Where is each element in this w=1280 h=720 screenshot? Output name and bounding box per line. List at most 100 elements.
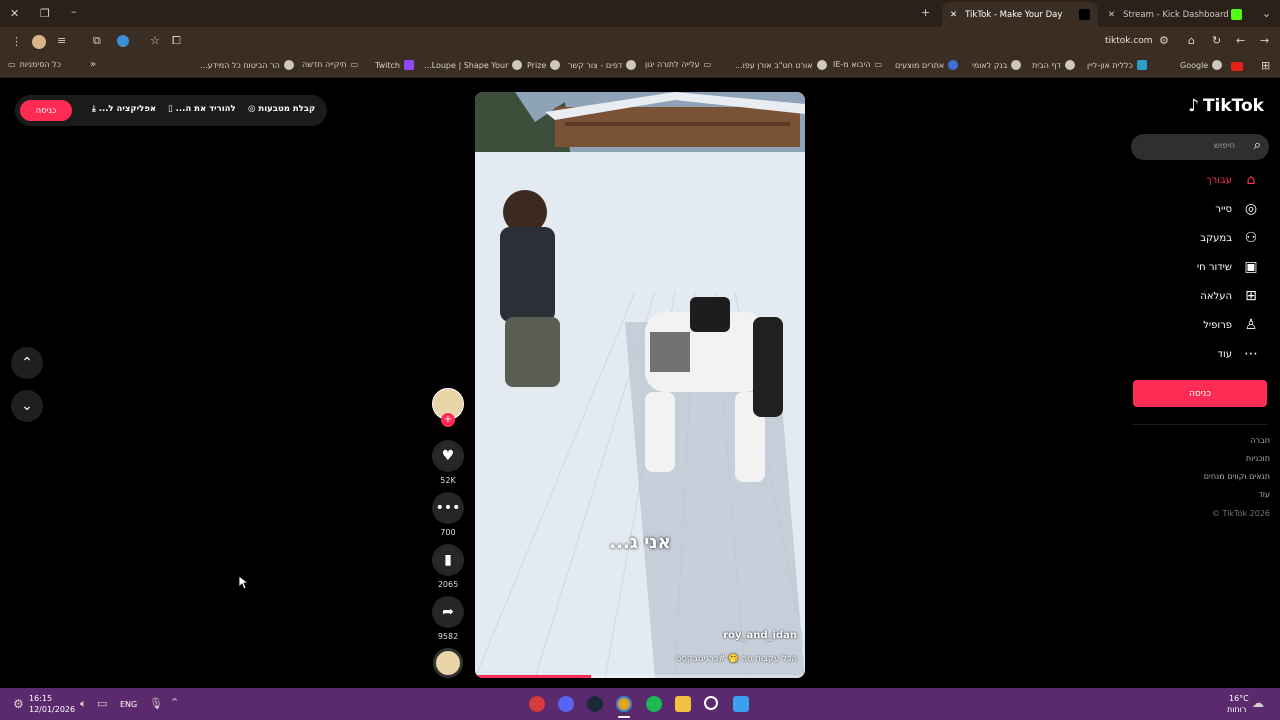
- search-icon[interactable]: [704, 696, 718, 710]
- close-tab-icon[interactable]: ✕: [1108, 10, 1115, 20]
- tab-tiktok[interactable]: ✕ TikTok - Make Your Day: [942, 2, 1098, 27]
- microphone-icon[interactable]: 🎙︎: [149, 698, 163, 709]
- music-disc[interactable]: [431, 648, 465, 678]
- video-username[interactable]: roy_and_idan: [723, 630, 797, 641]
- like-action[interactable]: ♥ 52K: [431, 440, 465, 485]
- footer-programs[interactable]: תוכניות: [1246, 454, 1270, 463]
- chrome-icon[interactable]: [616, 696, 632, 712]
- tiktok-logo[interactable]: ♪ TikTok: [1188, 96, 1264, 116]
- save-action[interactable]: ▮ 2065: [431, 544, 465, 589]
- start-icon[interactable]: [733, 696, 749, 712]
- install-app-icon[interactable]: ⧠: [172, 35, 181, 46]
- weather-icon[interactable]: ☁: [1252, 697, 1264, 709]
- site-settings-icon[interactable]: ⚙: [1159, 35, 1169, 46]
- download-link[interactable]: להוריד את ה... ▯: [168, 104, 236, 114]
- share-icon[interactable]: ➦: [432, 596, 464, 628]
- bookmark-item[interactable]: Twitch: [375, 60, 414, 70]
- network-icon[interactable]: ▭: [97, 698, 107, 709]
- folder-icon: ▭: [350, 60, 359, 69]
- sidebar-item-live[interactable]: ▣ שידור חי: [1197, 259, 1260, 275]
- footer-more[interactable]: עוד: [1258, 490, 1270, 499]
- language-indicator[interactable]: ENG: [120, 700, 137, 709]
- footer-company[interactable]: חברה: [1250, 436, 1270, 445]
- folder-icon: ▭: [703, 60, 712, 69]
- bookmark-item[interactable]: הר הביטוח כל המידע...: [200, 60, 294, 70]
- youtube-icon[interactable]: [1231, 62, 1243, 71]
- address-url[interactable]: tiktok.com: [1105, 36, 1153, 46]
- weather-temp[interactable]: 16°C: [1229, 694, 1249, 703]
- comment-icon[interactable]: •••: [432, 492, 464, 524]
- video-player[interactable]: אני ג... roy_and_idan הכל עקבות סה 🤭 #כר…: [475, 92, 805, 678]
- compass-icon: ◎: [1244, 201, 1258, 217]
- close-window-icon[interactable]: ✕: [10, 8, 19, 19]
- file-explorer-icon[interactable]: [675, 696, 691, 712]
- bookmark-item[interactable]: אורט חט"ב אורן עפו...: [735, 60, 827, 70]
- bookmark-item[interactable]: Loupe | Shape Your...: [424, 60, 523, 70]
- volume-icon[interactable]: 🔈︎: [80, 698, 87, 709]
- windows-taskbar: ⚙ 16:15 12/01/2026 🔈︎ ▭ ENG 🎙︎ ⌃ 16°C רו…: [0, 688, 1280, 720]
- profile-avatar[interactable]: [32, 35, 46, 49]
- bookmark-star-icon[interactable]: ☆: [150, 35, 160, 46]
- weather-desc[interactable]: רוחות: [1227, 705, 1246, 714]
- more-bookmarks-icon[interactable]: »: [90, 60, 96, 70]
- sidebar-login-button[interactable]: כניסה: [1133, 380, 1267, 407]
- site-icon: [1011, 60, 1022, 70]
- minimize-window-icon[interactable]: –: [71, 6, 77, 17]
- follow-plus-icon[interactable]: +: [441, 413, 455, 427]
- login-button-top[interactable]: כניסה: [20, 100, 72, 121]
- bookmark-item[interactable]: Google: [1180, 60, 1223, 70]
- close-tab-icon[interactable]: ✕: [950, 10, 957, 20]
- show-hidden-icons-icon[interactable]: ⌃: [170, 697, 179, 708]
- search-icon[interactable]: ⌕: [1254, 138, 1261, 153]
- search-box[interactable]: חיפוש ⌕: [1131, 134, 1269, 160]
- sidebar-item-more[interactable]: ⋯ עוד: [1218, 346, 1260, 362]
- next-video-button[interactable]: ⌄: [11, 390, 43, 422]
- extension-icon[interactable]: [117, 35, 129, 47]
- app-icon[interactable]: [529, 696, 545, 712]
- bookmark-item[interactable]: דפים - צור קשר: [568, 60, 637, 70]
- menu-icon[interactable]: ⋮: [11, 36, 22, 47]
- bookmark-item[interactable]: ▭ תיקייה חדשה: [302, 60, 358, 69]
- new-tab-icon[interactable]: +: [921, 7, 930, 18]
- video-progress-track[interactable]: [475, 675, 805, 678]
- previous-video-button[interactable]: ⌃: [11, 347, 43, 379]
- bookmark-icon[interactable]: ▮: [432, 544, 464, 576]
- bookmark-item[interactable]: ▭ עלייה לתורה יגון: [645, 60, 711, 69]
- sidebar-item-foryou[interactable]: ⌂ עבורך: [1206, 172, 1260, 188]
- tab-search-icon[interactable]: ⌄: [1262, 8, 1271, 19]
- bookmark-item[interactable]: כללית און-ליין: [1087, 60, 1147, 70]
- app-link[interactable]: אפליקציה ל... ⤓: [92, 104, 156, 114]
- sidebar-item-upload[interactable]: ⊞ העלאה: [1200, 288, 1260, 304]
- heart-icon[interactable]: ♥: [432, 440, 464, 472]
- settings-icon[interactable]: ⚙: [13, 698, 24, 710]
- reading-list-icon[interactable]: ≡: [57, 35, 66, 46]
- sidebar-item-explore[interactable]: ◎ סייר: [1215, 201, 1260, 217]
- reload-icon[interactable]: ↻: [1212, 35, 1221, 46]
- footer-terms[interactable]: תנאים וקווים מנחים: [1204, 472, 1270, 481]
- get-coins-link[interactable]: קבלת מטבעות ◎: [248, 104, 315, 114]
- bookmark-item[interactable]: אתרים מוצעים: [895, 60, 959, 70]
- apps-grid-icon[interactable]: ⊞: [1261, 60, 1270, 71]
- bookmark-item[interactable]: ▭ היבוא מ-IE: [833, 60, 882, 69]
- creator-avatar[interactable]: +: [431, 388, 465, 427]
- sidebar-item-profile[interactable]: ♙ פרופיל: [1203, 317, 1260, 333]
- share-action[interactable]: ➦ 9582: [431, 596, 465, 641]
- discord-icon[interactable]: [558, 696, 574, 712]
- tab-kick[interactable]: ✕ Stream - Kick Dashboard: [1100, 2, 1250, 27]
- search-input[interactable]: חיפוש: [1214, 141, 1235, 151]
- forward-icon[interactable]: →: [1260, 35, 1269, 46]
- bookmark-item[interactable]: בנק לאומי: [972, 60, 1022, 70]
- sidebar-item-following[interactable]: ⚇ במעקב: [1200, 230, 1260, 246]
- clock-date[interactable]: 12/01/2026: [29, 705, 75, 714]
- back-icon[interactable]: ←: [1236, 35, 1245, 46]
- home-button-icon[interactable]: ⌂: [1188, 35, 1195, 46]
- restore-window-icon[interactable]: ❐: [40, 8, 50, 19]
- steam-icon[interactable]: [587, 696, 603, 712]
- clock-time[interactable]: 16:15: [29, 694, 52, 703]
- spotify-icon[interactable]: [646, 696, 662, 712]
- comment-action[interactable]: ••• 700: [431, 492, 465, 537]
- bookmark-item[interactable]: דף הבית: [1032, 60, 1075, 70]
- all-bookmarks[interactable]: כל הסימניות ▭: [8, 60, 61, 69]
- bookmark-item[interactable]: Prize: [527, 60, 561, 70]
- extensions-icon[interactable]: ⧉: [93, 35, 101, 46]
